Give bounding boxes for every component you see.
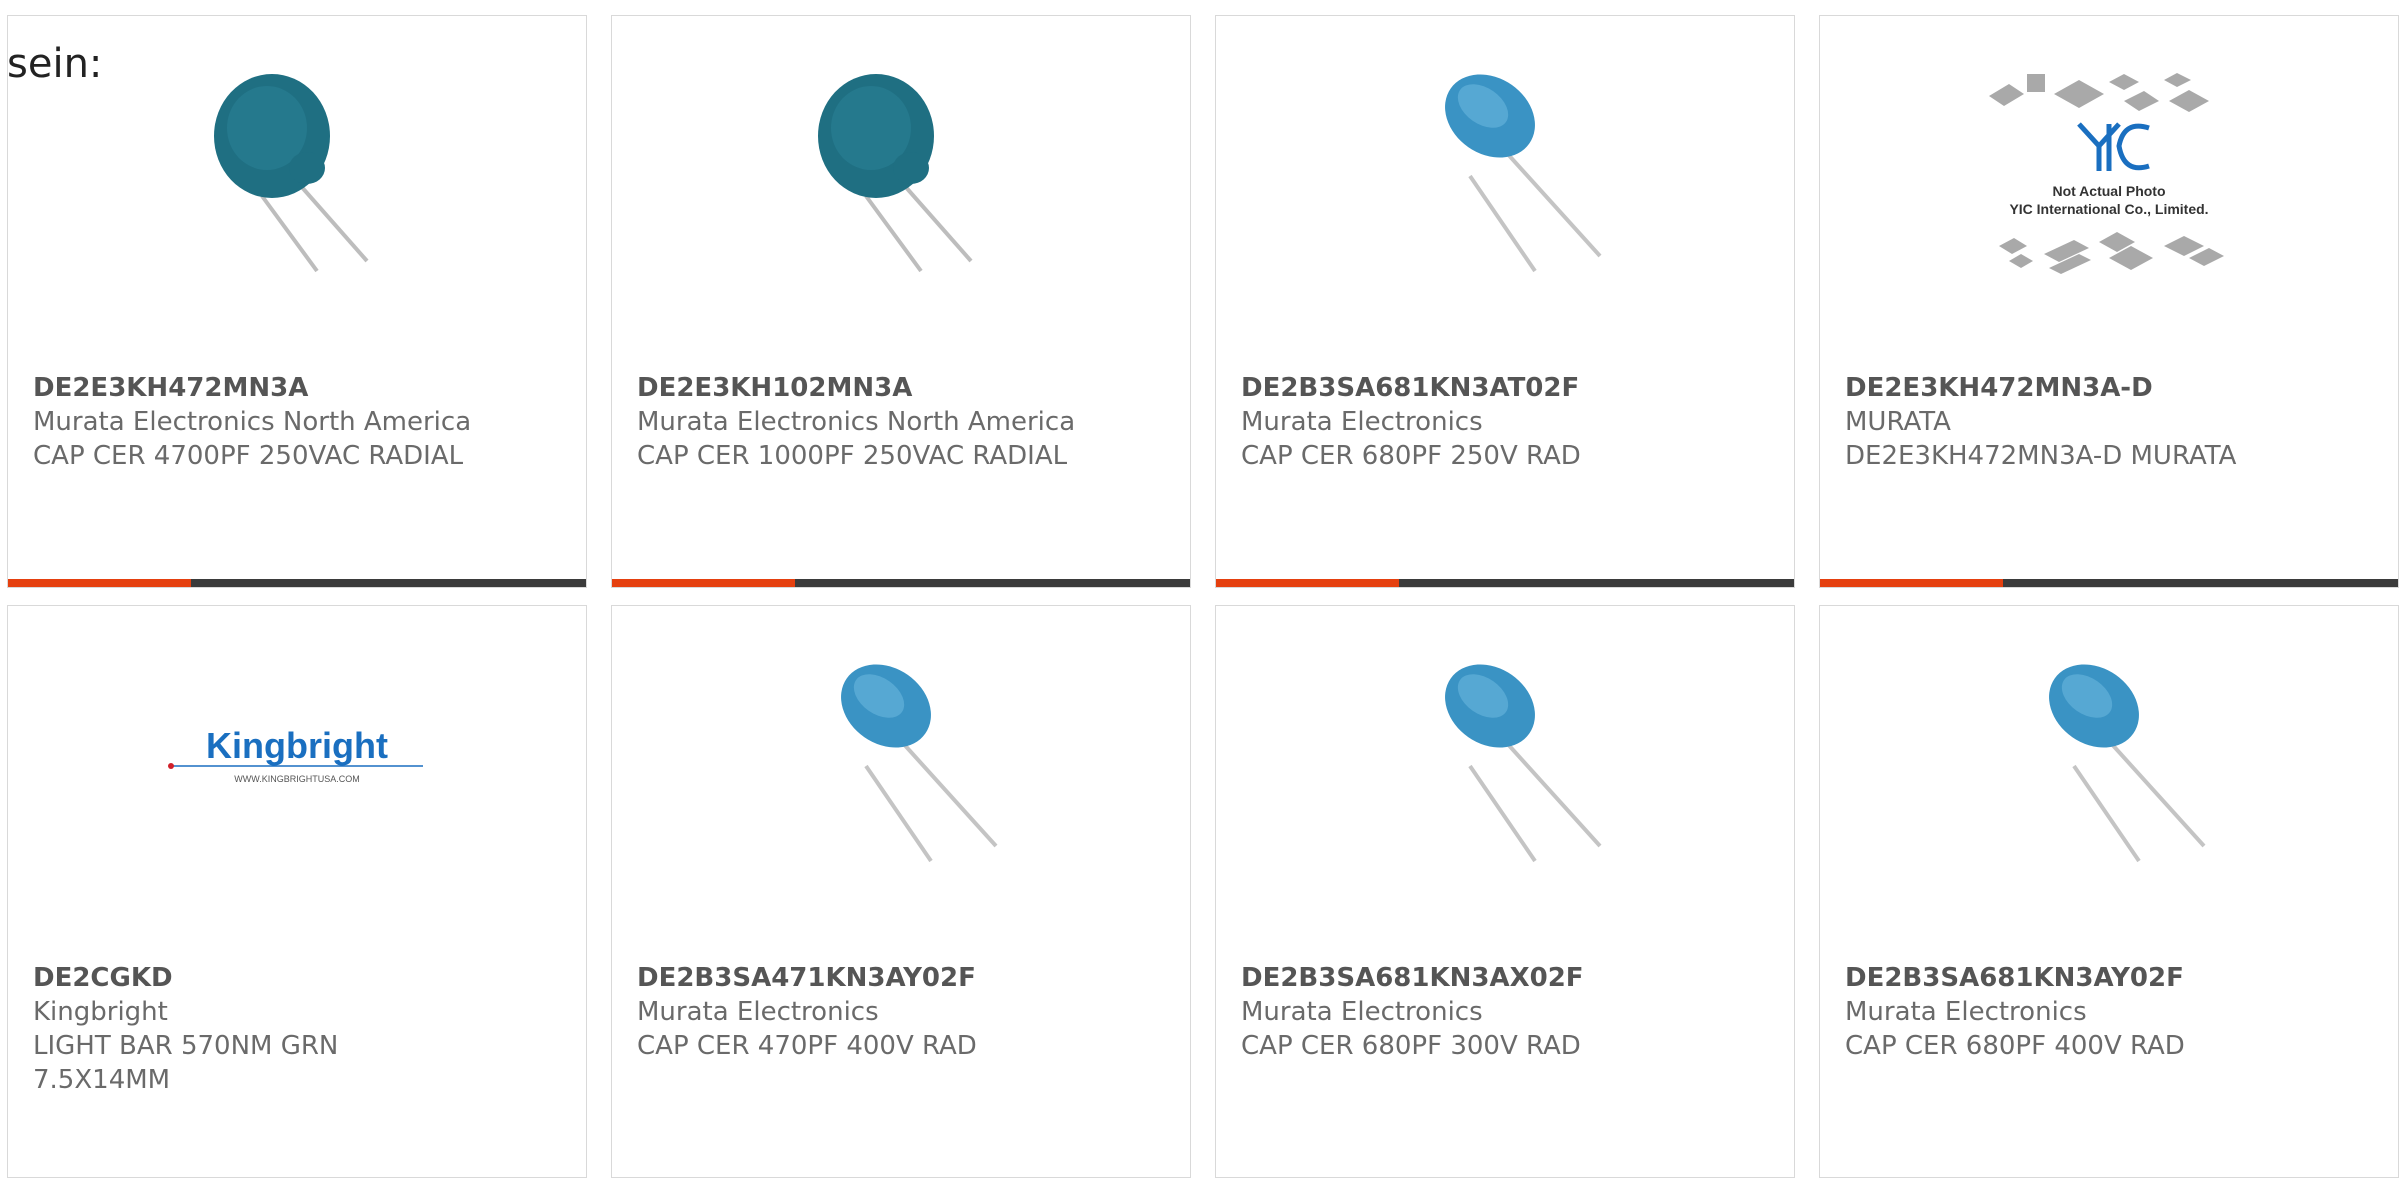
description: CAP CER 680PF 300V RAD — [1241, 1031, 1581, 1061]
product-image[interactable] — [8, 56, 586, 276]
card-bottom-bar — [8, 579, 586, 587]
card-accent-bar — [1216, 579, 1399, 587]
product-image[interactable] — [1216, 56, 1794, 276]
product-card[interactable]: DE2B3SA681KN3AX02F Murata Electronics CA… — [1215, 605, 1795, 1178]
product-card[interactable]: DE2E3KH102MN3A Murata Electronics North … — [611, 15, 1191, 588]
description: CAP CER 4700PF 250VAC RADIAL — [33, 441, 464, 471]
description: CAP CER 1000PF 250VAC RADIAL — [637, 441, 1068, 471]
product-card[interactable]: DE2B3SA681KN3AY02F Murata Electronics CA… — [1819, 605, 2399, 1178]
kingbright-url-text: WWW.KINGBRIGHTUSA.COM — [234, 774, 360, 784]
description: CAP CER 680PF 400V RAD — [1845, 1031, 2185, 1061]
kingbright-logo-text: Kingbright — [206, 725, 388, 766]
yic-caption-line2: YIC International Co., Limited. — [2009, 201, 2208, 217]
manufacturer: Murata Electronics — [1241, 997, 1483, 1027]
product-card[interactable]: Not Actual Photo YIC International Co., … — [1819, 15, 2399, 588]
manufacturer: Murata Electronics — [1845, 997, 2087, 1027]
description: CAP CER 680PF 250V RAD — [1241, 441, 1581, 471]
blue-disc-capacitor-icon — [1445, 664, 1602, 863]
part-number-link[interactable]: DE2B3SA681KN3AY02F — [1845, 961, 2378, 995]
part-number-link[interactable]: DE2CGKD — [33, 961, 566, 995]
product-card[interactable]: DE2B3SA681KN3AT02F Murata Electronics CA… — [1215, 15, 1795, 588]
product-image[interactable]: Kingbright WWW.KINGBRIGHTUSA.COM — [8, 646, 586, 866]
card-bottom-bar — [1216, 579, 1794, 587]
dark-disc-capacitor-icon — [214, 74, 369, 273]
dark-disc-capacitor-icon — [818, 74, 973, 273]
manufacturer: MURATA — [1845, 407, 1951, 437]
part-number-link[interactable]: DE2E3KH102MN3A — [637, 371, 1170, 405]
product-card[interactable]: Kingbright WWW.KINGBRIGHTUSA.COM DE2CGKD… — [7, 605, 587, 1178]
heading-fragment: sein: — [7, 41, 103, 87]
manufacturer: Murata Electronics — [1241, 407, 1483, 437]
description: DE2E3KH472MN3A-D MURATA — [1845, 441, 2237, 471]
manufacturer: Murata Electronics — [637, 997, 879, 1027]
product-image[interactable] — [612, 646, 1190, 866]
product-image[interactable]: Not Actual Photo YIC International Co., … — [1820, 56, 2398, 276]
yic-caption-line1: Not Actual Photo — [2052, 183, 2165, 199]
product-card[interactable]: DE2E3KH472MN3A Murata Electronics North … — [7, 15, 587, 588]
yic-placeholder-icon: Not Actual Photo YIC International Co., … — [1989, 73, 2224, 274]
card-bottom-bar — [612, 579, 1190, 587]
kingbright-logo-icon: Kingbright WWW.KINGBRIGHTUSA.COM — [168, 725, 423, 784]
manufacturer: Murata Electronics North America — [637, 407, 1076, 437]
product-image[interactable] — [1820, 646, 2398, 866]
product-image[interactable] — [1216, 646, 1794, 866]
part-number-link[interactable]: DE2B3SA471KN3AY02F — [637, 961, 1170, 995]
blue-disc-capacitor-icon — [2049, 664, 2206, 863]
manufacturer: Murata Electronics North America — [33, 407, 472, 437]
part-number-link[interactable]: DE2B3SA681KN3AX02F — [1241, 961, 1774, 995]
manufacturer: Kingbright — [33, 997, 168, 1027]
card-bottom-bar — [1820, 579, 2398, 587]
product-image[interactable] — [612, 56, 1190, 276]
card-accent-bar — [612, 579, 795, 587]
product-card[interactable]: DE2B3SA471KN3AY02F Murata Electronics CA… — [611, 605, 1191, 1178]
part-number-link[interactable]: DE2B3SA681KN3AT02F — [1241, 371, 1774, 405]
blue-disc-capacitor-icon — [841, 664, 998, 863]
card-accent-bar — [1820, 579, 2003, 587]
description: LIGHT BAR 570NM GRN 7.5X14MM — [33, 1031, 339, 1095]
blue-disc-capacitor-icon — [1445, 74, 1602, 273]
description: CAP CER 470PF 400V RAD — [637, 1031, 977, 1061]
part-number-link[interactable]: DE2E3KH472MN3A — [33, 371, 566, 405]
card-accent-bar — [8, 579, 191, 587]
part-number-link[interactable]: DE2E3KH472MN3A-D — [1845, 371, 2378, 405]
